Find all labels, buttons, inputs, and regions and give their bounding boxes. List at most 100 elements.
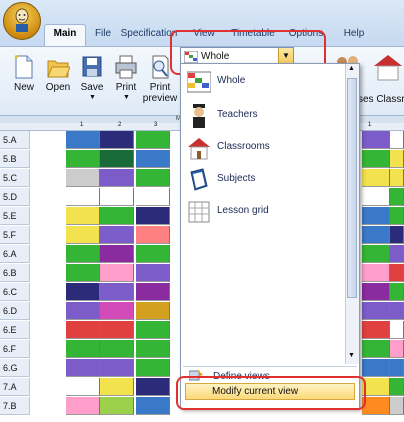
lesson-cell[interactable] [136, 359, 170, 377]
row-label[interactable]: 6.D [0, 302, 30, 320]
lesson-cell[interactable] [136, 302, 170, 320]
lesson-cell[interactable] [362, 150, 390, 168]
row-label[interactable]: 7.A [0, 378, 30, 396]
lesson-cell[interactable] [66, 226, 100, 244]
lesson-cell[interactable] [66, 188, 100, 206]
lesson-cell[interactable] [100, 340, 134, 358]
lesson-cell[interactable] [136, 169, 170, 187]
row-label[interactable]: 6.C [0, 283, 30, 301]
application-menu-button[interactable] [3, 2, 41, 40]
popup-scrollbar-thumb[interactable] [347, 78, 357, 298]
lesson-cell[interactable] [66, 264, 100, 282]
view-option-subjects[interactable]: Subjects [181, 164, 345, 194]
lesson-cell[interactable] [362, 321, 390, 339]
lesson-cell[interactable] [100, 283, 134, 301]
tab-help[interactable]: Help [334, 25, 374, 43]
row-label[interactable]: 6.G [0, 359, 30, 377]
lesson-cell[interactable] [66, 150, 100, 168]
lesson-cell[interactable] [66, 245, 100, 263]
row-label[interactable]: 6.F [0, 340, 30, 358]
lesson-cell[interactable] [100, 245, 134, 263]
lesson-cell[interactable] [390, 169, 404, 187]
lesson-cell[interactable] [136, 264, 170, 282]
lesson-cell[interactable] [362, 302, 390, 320]
tab-file[interactable]: File [90, 25, 116, 43]
view-option-whole[interactable]: Whole [181, 66, 345, 96]
lesson-cell[interactable] [66, 302, 100, 320]
lesson-cell[interactable] [66, 169, 100, 187]
lesson-cell[interactable] [390, 245, 404, 263]
lesson-cell[interactable] [390, 207, 404, 225]
lesson-cell[interactable] [100, 359, 134, 377]
lesson-cell[interactable] [390, 302, 404, 320]
print-dropdown-arrow-icon[interactable]: ▼ [123, 94, 130, 101]
lesson-cell[interactable] [136, 321, 170, 339]
lesson-cell[interactable] [390, 188, 404, 206]
lesson-cell[interactable] [362, 397, 390, 415]
lesson-cell[interactable] [66, 207, 100, 225]
lesson-cell[interactable] [362, 264, 390, 282]
lesson-cell[interactable] [100, 378, 134, 396]
lesson-cell[interactable] [136, 226, 170, 244]
lesson-cell[interactable] [362, 207, 390, 225]
lesson-cell[interactable] [136, 150, 170, 168]
view-option-lesson-grid[interactable]: Lesson grid [181, 196, 345, 226]
lesson-cell[interactable] [136, 283, 170, 301]
lesson-cell[interactable] [66, 131, 100, 149]
view-option-classrooms[interactable]: Classrooms [181, 132, 345, 162]
lesson-cell[interactable] [362, 283, 390, 301]
lesson-cell[interactable] [100, 321, 134, 339]
row-label[interactable]: 5.E [0, 207, 30, 225]
lesson-cell[interactable] [362, 245, 390, 263]
row-label[interactable]: 5.D [0, 188, 30, 206]
lesson-cell[interactable] [362, 169, 390, 187]
lesson-cell[interactable] [100, 150, 134, 168]
lesson-cell[interactable] [66, 359, 100, 377]
lesson-cell[interactable] [136, 340, 170, 358]
lesson-cell[interactable] [390, 321, 404, 339]
row-label[interactable]: 6.E [0, 321, 30, 339]
lesson-cell[interactable] [362, 188, 390, 206]
save-dropdown-arrow-icon[interactable]: ▼ [89, 94, 96, 101]
lesson-cell[interactable] [362, 131, 390, 149]
popup-scrollbar[interactable]: ▲ ▼ [345, 64, 359, 364]
classrooms-ribbon-icon[interactable] [372, 52, 404, 82]
row-label[interactable]: 7.B [0, 397, 30, 415]
lesson-cell[interactable] [390, 283, 404, 301]
lesson-cell[interactable] [362, 226, 390, 244]
row-label[interactable]: 5.F [0, 226, 30, 244]
lesson-cell[interactable] [100, 207, 134, 225]
lesson-cell[interactable] [66, 397, 100, 415]
lesson-cell[interactable] [390, 378, 404, 396]
lesson-cell[interactable] [390, 359, 404, 377]
lesson-cell[interactable] [100, 264, 134, 282]
lesson-cell[interactable] [100, 169, 134, 187]
lesson-cell[interactable] [66, 378, 100, 396]
lesson-cell[interactable] [362, 359, 390, 377]
row-label[interactable]: 5.C [0, 169, 30, 187]
view-option-teachers[interactable]: Teachers [181, 100, 345, 130]
lesson-cell[interactable] [390, 264, 404, 282]
lesson-cell[interactable] [136, 131, 170, 149]
lesson-cell[interactable] [66, 321, 100, 339]
lesson-cell[interactable] [136, 378, 170, 396]
lesson-cell[interactable] [136, 245, 170, 263]
scroll-up-arrow-icon[interactable]: ▲ [348, 65, 355, 72]
lesson-cell[interactable] [100, 131, 134, 149]
lesson-cell[interactable] [390, 226, 404, 244]
lesson-cell[interactable] [100, 302, 134, 320]
lesson-cell[interactable] [390, 340, 404, 358]
lesson-cell[interactable] [136, 397, 170, 415]
row-label[interactable]: 6.B [0, 264, 30, 282]
row-label[interactable]: 5.A [0, 131, 30, 149]
lesson-cell[interactable] [390, 397, 404, 415]
scroll-down-arrow-icon[interactable]: ▼ [348, 352, 355, 359]
lesson-cell[interactable] [66, 340, 100, 358]
lesson-cell[interactable] [390, 150, 404, 168]
lesson-cell[interactable] [362, 340, 390, 358]
view-dropdown-list[interactable]: Whole Teachers Classrooms Subjects Lesso… [180, 63, 360, 409]
lesson-cell[interactable] [362, 378, 390, 396]
lesson-cell[interactable] [390, 131, 404, 149]
lesson-cell[interactable] [100, 397, 134, 415]
lesson-cell[interactable] [66, 283, 100, 301]
